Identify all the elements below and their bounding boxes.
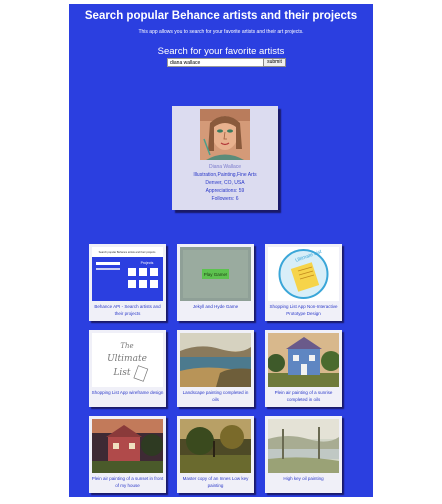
submit-button[interactable]: submit bbox=[263, 58, 286, 67]
artist-location: Denver, CO, USA bbox=[205, 180, 245, 186]
thumb-behance-header: Search popular Behance artists and their… bbox=[99, 250, 157, 254]
project-title[interactable]: Plein air painting of a sunrise complete… bbox=[267, 389, 340, 403]
project-card[interactable]: High key oil painting bbox=[265, 416, 342, 493]
project-card[interactable]: Ultimate List Shopping List App Non-Inte… bbox=[265, 244, 342, 321]
project-thumbnail[interactable] bbox=[180, 419, 251, 473]
project-thumbnail[interactable] bbox=[268, 333, 339, 387]
page-title: Search popular Behance artists and their… bbox=[84, 10, 358, 22]
project-thumbnail[interactable]: The Ultimate List bbox=[92, 333, 163, 387]
artist-avatar[interactable] bbox=[200, 109, 250, 160]
artist-followers: Followers: 6 bbox=[211, 196, 239, 202]
project-card[interactable]: Search popular Behance artists and their… bbox=[89, 244, 166, 321]
project-title[interactable]: Plein air painting of a sunset in front … bbox=[91, 475, 164, 489]
project-thumbnail[interactable]: Search popular Behance artists and their… bbox=[92, 247, 163, 301]
project-thumbnail[interactable]: Play Game! bbox=[180, 247, 251, 301]
search-form: submit bbox=[167, 58, 287, 67]
artist-name[interactable]: Diana Wallace bbox=[172, 163, 278, 171]
project-card[interactable]: Play Game! Jekyll and Hyde Game bbox=[177, 244, 254, 321]
app-panel: Search popular Behance artists and their… bbox=[69, 4, 373, 497]
artist-profile-card[interactable]: Diana Wallace Illustration,Painting,Fine… bbox=[172, 106, 278, 210]
project-title[interactable]: Behance API - Search artists and their p… bbox=[91, 303, 164, 317]
search-input[interactable] bbox=[167, 58, 265, 67]
svg-text:The: The bbox=[120, 342, 133, 350]
project-thumbnail[interactable] bbox=[268, 419, 339, 473]
artist-fields: Illustration,Painting,Fine Arts bbox=[193, 172, 257, 178]
thumb-play-game: Play Game! bbox=[204, 272, 228, 277]
project-card[interactable]: The Ultimate List Shopping List App wire… bbox=[89, 330, 166, 407]
project-card[interactable]: Plein air painting of a sunrise complete… bbox=[265, 330, 342, 407]
project-title[interactable]: Shopping List App Non-Interactive Protot… bbox=[267, 303, 340, 317]
project-thumbnail[interactable] bbox=[92, 419, 163, 473]
project-card[interactable]: Landscape painting completed in oils bbox=[177, 330, 254, 407]
svg-text:List: List bbox=[112, 368, 130, 378]
project-title[interactable]: Landscape painting completed in oils bbox=[179, 389, 252, 403]
search-heading: Search for your favorite artists bbox=[157, 46, 285, 57]
project-thumbnail[interactable] bbox=[180, 333, 251, 387]
artist-appreciations: Appreciations: 59 bbox=[205, 188, 245, 194]
project-thumbnail[interactable]: Ultimate List bbox=[268, 247, 339, 301]
project-card[interactable]: Master copy of an Innes Low key painting bbox=[177, 416, 254, 493]
project-card[interactable]: Plein air painting of a sunset in front … bbox=[89, 416, 166, 493]
project-title[interactable]: High key oil painting bbox=[267, 475, 340, 482]
thumb-behance-projects: Projects bbox=[141, 261, 154, 265]
project-title[interactable]: Shopping List App wireframe design bbox=[91, 389, 164, 396]
project-title[interactable]: Jekyll and Hyde Game bbox=[179, 303, 252, 310]
svg-text:Ultimate: Ultimate bbox=[107, 354, 147, 364]
page-subtitle: This app allows you to search for your f… bbox=[138, 29, 304, 35]
project-title[interactable]: Master copy of an Innes Low key painting bbox=[179, 475, 252, 489]
